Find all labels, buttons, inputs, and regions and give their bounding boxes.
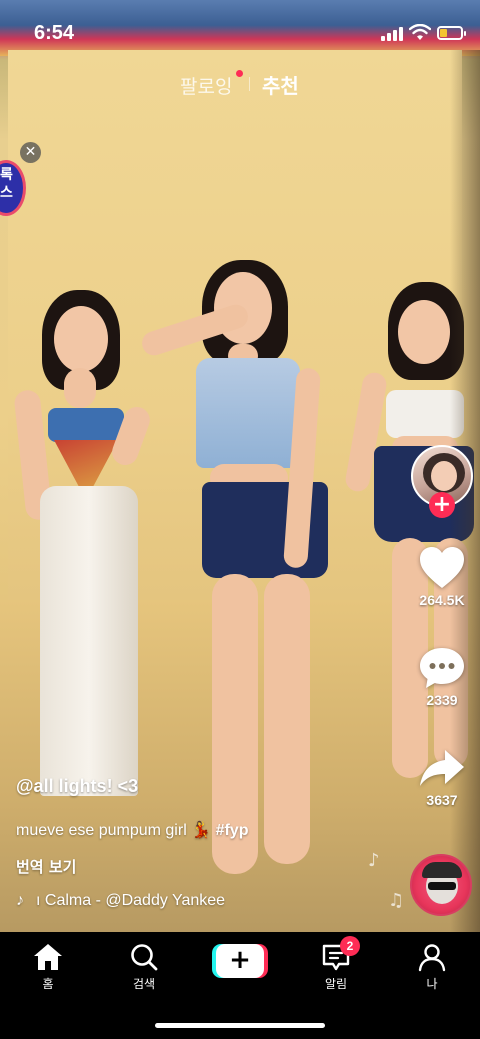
nav-home[interactable]: 홈: [8, 942, 88, 992]
music-note-icon: ♪: [368, 850, 380, 871]
translate-link[interactable]: 번역 보기: [16, 856, 76, 877]
music-track-title: ı Calma - @Daddy Yankee: [36, 892, 226, 909]
live-widget[interactable]: 록 스: [0, 154, 28, 222]
comment-count: 2339: [426, 692, 458, 708]
plus-icon[interactable]: +: [429, 492, 455, 518]
comment-button[interactable]: 2339: [404, 646, 480, 708]
comment-icon: [420, 648, 464, 688]
dancer-center: [138, 258, 340, 898]
video-description: mueve ese pumpum girl 💃 #fyp: [16, 820, 248, 840]
nav-inbox-label: 알림: [324, 977, 348, 991]
like-count: 264.5K: [419, 592, 465, 608]
battery-icon: [437, 26, 466, 40]
dancer-left: [13, 290, 158, 830]
profile-icon: [418, 944, 446, 972]
heart-icon: [420, 547, 464, 588]
share-button[interactable]: 3637: [404, 748, 480, 808]
close-icon[interactable]: ✕: [20, 142, 41, 163]
create-button[interactable]: +: [212, 944, 268, 978]
nav-inbox[interactable]: 2 알림: [296, 936, 376, 992]
tab-recommended[interactable]: 추천: [262, 70, 299, 99]
live-widget-text-2: 스: [0, 185, 13, 201]
music-track-link[interactable]: ♪ ı Calma - @Daddy Yankee: [16, 892, 225, 910]
description-text: mueve ese pumpum girl 💃: [16, 822, 212, 839]
username-link[interactable]: @all lights! <3: [16, 776, 396, 802]
nav-search-label: 검색: [132, 977, 156, 991]
music-note-icon: ♪: [16, 892, 24, 909]
home-icon: [34, 944, 62, 970]
hashtag-link[interactable]: #fyp: [216, 822, 249, 839]
music-disc-button[interactable]: [410, 854, 472, 916]
new-content-dot: [236, 70, 243, 77]
nav-profile-label: 나: [426, 977, 438, 991]
create-plus-icon: +: [216, 944, 264, 978]
notification-badge: 2: [340, 936, 360, 956]
nav-home-label: 홈: [42, 977, 54, 991]
nav-search[interactable]: 검색: [104, 942, 184, 992]
feed-tabs: 팔로잉 추천: [0, 70, 480, 100]
tab-following[interactable]: 팔로잉: [180, 72, 232, 99]
search-icon: [131, 944, 158, 971]
wifi-icon: [408, 23, 432, 42]
like-button[interactable]: 264.5K: [404, 546, 480, 608]
nav-profile[interactable]: 나: [392, 942, 472, 992]
status-time: 6:54: [34, 22, 75, 44]
music-note-icon: ♫: [388, 890, 405, 911]
status-bar: 6:54: [0, 0, 480, 62]
share-count: 3637: [426, 792, 458, 808]
home-indicator: [155, 1023, 325, 1028]
live-widget-text-1: 록: [0, 167, 13, 183]
tab-divider: [249, 77, 250, 91]
share-icon: [420, 750, 464, 786]
cellular-signal-icon: [381, 27, 403, 41]
video-caption: @all lights! <3 mueve ese pumpum girl 💃 …: [16, 776, 396, 909]
